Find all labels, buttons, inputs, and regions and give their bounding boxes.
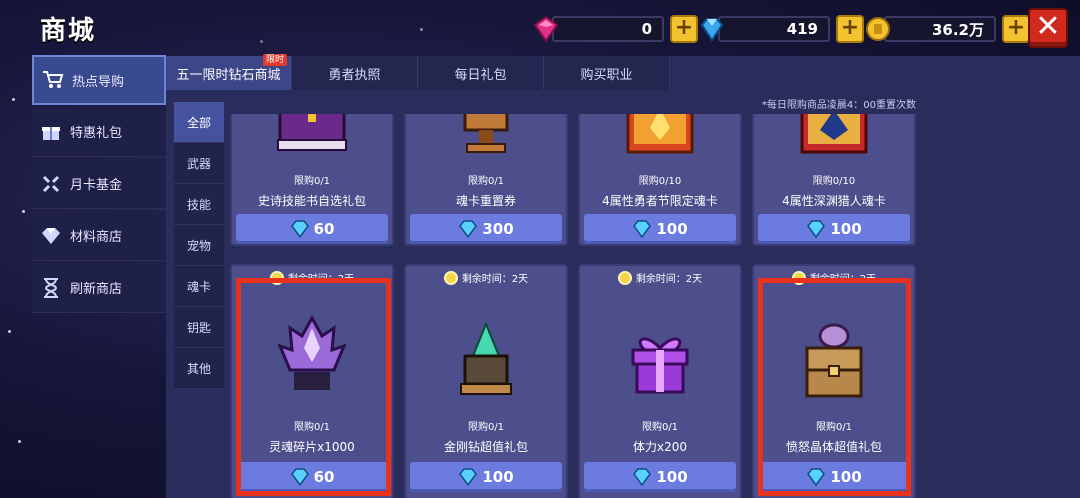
cart-icon: [42, 69, 64, 91]
remaining-time: 剩余时间：2天: [580, 270, 740, 285]
price-value: 100: [482, 468, 514, 486]
product-card[interactable]: 限购0/10 4属性深渊猎人魂卡 100: [752, 114, 916, 246]
sidebar-item-label: 月卡基金: [70, 178, 123, 193]
tab-label: 五一限时钻石商城: [176, 67, 281, 83]
add-gold-button[interactable]: +: [1002, 15, 1030, 43]
pink-gem-value: 0: [552, 16, 664, 42]
product-card[interactable]: 限购0/1 史诗技能书自选礼包 60: [230, 114, 394, 246]
blue-diamond-value: 419: [718, 16, 830, 42]
add-pink-gem-button[interactable]: +: [670, 15, 698, 43]
price-value: 100: [656, 220, 688, 238]
product-name: 体力x200: [632, 440, 687, 454]
shop-sidebar: 热点导购 特惠礼包 月卡基金 材料商店 刷新商店: [32, 55, 166, 315]
price-value: 100: [830, 220, 862, 238]
product-name: 4属性深渊猎人魂卡: [782, 194, 886, 208]
timer-label: 剩余时间：2天: [635, 274, 703, 285]
product-card[interactable]: 限购0/10 4属性勇者节限定魂卡 100: [578, 114, 742, 246]
product-card[interactable]: 限购0/1 魂卡重置券 300: [404, 114, 568, 246]
subnav-pet[interactable]: 宠物: [174, 225, 224, 266]
add-diamond-button[interactable]: +: [836, 15, 864, 43]
diamond-drill-image: [406, 322, 566, 402]
product-card[interactable]: 剩余时间：2天 限购0/1 体力x200 100: [578, 264, 742, 498]
gold-coin-icon: [866, 17, 890, 41]
diamond-icon: [290, 220, 309, 238]
sidebar-item-special-gift[interactable]: 特惠礼包: [32, 107, 166, 157]
purchase-limit: 限购0/10: [812, 176, 856, 187]
tab-label: 每日礼包: [454, 67, 507, 83]
price-value: 100: [656, 468, 688, 486]
hero-soul-card-image: [580, 114, 740, 160]
subnav-all[interactable]: 全部: [174, 102, 224, 143]
diamond-icon: [633, 220, 652, 238]
shop-title: 商城: [40, 16, 97, 46]
tab-buy-class[interactable]: 购买职业: [544, 56, 670, 90]
subnav-skill[interactable]: 技能: [174, 184, 224, 225]
diamond-icon: [459, 220, 478, 238]
sidebar-item-label: 特惠礼包: [70, 126, 123, 141]
purchase-limit: 限购0/1: [641, 422, 679, 433]
sidebar-item-label: 材料商店: [70, 230, 123, 245]
close-button[interactable]: ✕: [1028, 8, 1068, 48]
product-name: 魂卡重置券: [455, 194, 516, 208]
product-name: 金刚钻超值礼包: [443, 440, 528, 454]
limited-time-badge: 限时: [262, 54, 287, 66]
pink-gem-currency: 0 +: [532, 13, 698, 45]
buy-button[interactable]: 60: [236, 214, 388, 244]
diamond-icon: [459, 468, 478, 486]
buy-button[interactable]: 100: [758, 214, 910, 244]
highlight-box-soul-shard: [236, 278, 391, 496]
diamond-icon: [807, 220, 826, 238]
pink-gem-icon: [533, 15, 559, 43]
purchase-limit: 限购0/1: [293, 176, 331, 187]
hourglass-icon: [40, 277, 62, 299]
product-name: 4属性勇者节限定魂卡: [602, 194, 718, 208]
tab-label: 购买职业: [580, 67, 633, 83]
gold-coin-currency: 36.2万 +: [864, 13, 1030, 45]
blue-diamond-currency: 419 +: [698, 13, 864, 45]
sidebar-item-refresh-shop[interactable]: 刷新商店: [32, 263, 166, 313]
sidebar-item-material-shop[interactable]: 材料商店: [32, 211, 166, 261]
subnav-weapon[interactable]: 武器: [174, 143, 224, 184]
gift-icon: [40, 121, 62, 143]
purchase-limit: 限购0/1: [467, 422, 505, 433]
buy-button[interactable]: 100: [584, 462, 736, 492]
gold-coin-value: 36.2万: [884, 16, 996, 42]
abyss-hunter-soul-card-image: [754, 114, 914, 160]
clock-icon: [443, 270, 458, 285]
diamond-icon: [633, 468, 652, 486]
price-value: 60: [313, 220, 335, 238]
highlight-box-rage-crystal: [758, 278, 911, 496]
stamina-gift-image: [580, 330, 740, 400]
reset-ticket-image: [406, 114, 566, 160]
buy-button[interactable]: 100: [410, 462, 562, 492]
tab-label: 勇者执照: [328, 67, 381, 83]
blue-diamond-icon: [700, 18, 724, 42]
tab-daily-gift[interactable]: 每日礼包: [418, 56, 544, 90]
price-value: 300: [482, 220, 514, 238]
sidebar-item-label: 刷新商店: [70, 282, 123, 297]
product-name: 史诗技能书自选礼包: [257, 194, 366, 208]
purchase-limit: 限购0/10: [638, 176, 682, 187]
buy-button[interactable]: 300: [410, 214, 562, 244]
tab-may-day-diamond-shop[interactable]: 五一限时钻石商城 限时: [166, 54, 292, 90]
subnav-other[interactable]: 其他: [174, 348, 224, 389]
sidebar-item-monthly-fund[interactable]: 月卡基金: [32, 159, 166, 209]
category-subnav: 全部 武器 技能 宠物 魂卡 钥匙 其他: [174, 102, 224, 389]
reset-notice: *每日限购商品凌晨4：00重置次数: [761, 100, 916, 111]
subnav-key[interactable]: 钥匙: [174, 307, 224, 348]
purchase-limit: 限购0/1: [467, 176, 505, 187]
tab-hero-license[interactable]: 勇者执照: [292, 56, 418, 90]
shop-tabs: 五一限时钻石商城 限时 勇者执照 每日礼包 购买职业: [166, 54, 670, 90]
remaining-time: 剩余时间：2天: [406, 270, 566, 285]
buy-button[interactable]: 100: [584, 214, 736, 244]
sidebar-item-label: 热点导购: [72, 74, 125, 90]
timer-label: 剩余时间：2天: [461, 274, 529, 285]
product-card[interactable]: 剩余时间：2天 限购0/1 金刚钻超值礼包 100: [404, 264, 568, 498]
skill-book-image: [232, 114, 392, 160]
card-fund-icon: [40, 173, 62, 195]
material-gem-icon: [40, 225, 62, 247]
subnav-soul-card[interactable]: 魂卡: [174, 266, 224, 307]
clock-icon: [617, 270, 632, 285]
sidebar-item-hot-guide[interactable]: 热点导购: [32, 55, 166, 105]
